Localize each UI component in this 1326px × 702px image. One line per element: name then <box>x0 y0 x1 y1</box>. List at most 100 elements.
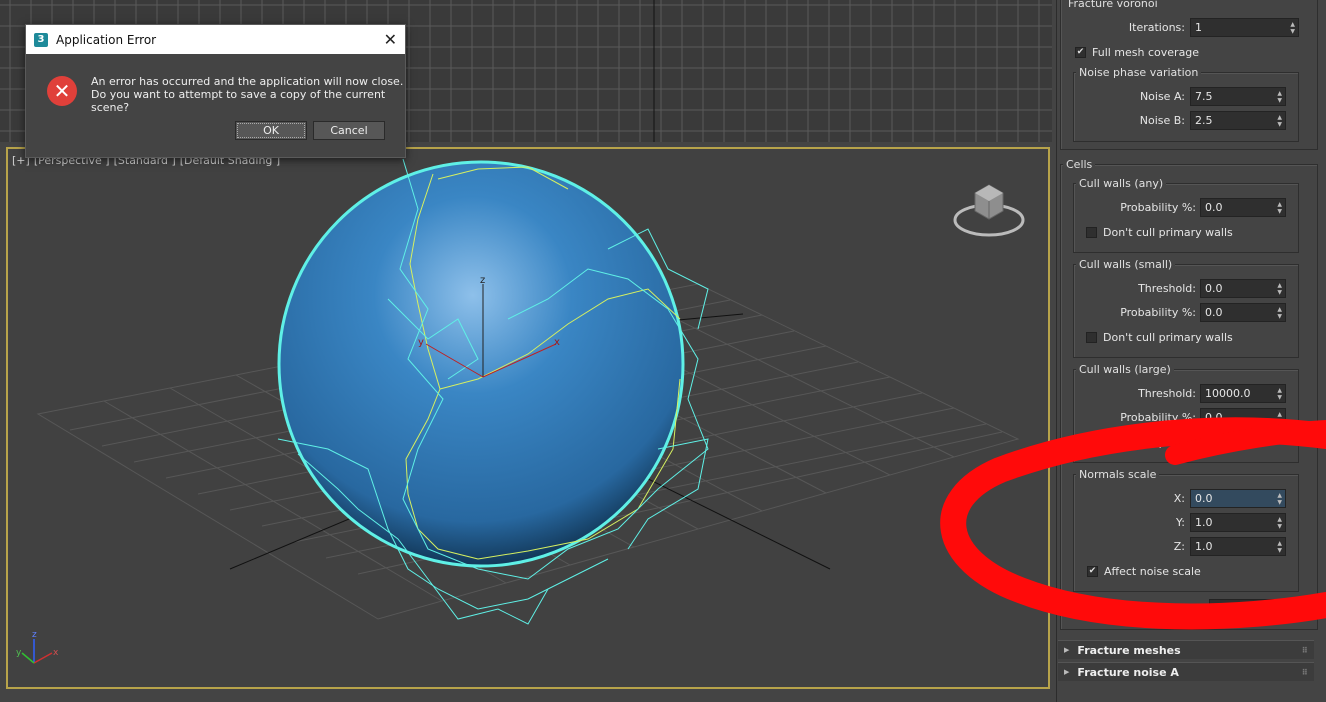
expand-arrow-icon: ▶ <box>1064 646 1070 654</box>
rollout-fracture-noise-a-label: Fracture noise A <box>1077 665 1179 679</box>
seed-value: 12345 <box>1214 602 1249 615</box>
cull-any-prob-label: Probability %: <box>1120 201 1196 214</box>
noise-a-label: Noise A: <box>1139 90 1185 103</box>
spinner-arrows-icon[interactable]: ▲ ▼ <box>1290 21 1295 35</box>
spinner-arrows-icon[interactable]: ▲ ▼ <box>1277 540 1282 554</box>
cull-small-prob-label: Probability %: <box>1120 306 1196 319</box>
cull-small-prob-spinner[interactable]: 0.0 ▲ ▼ <box>1200 303 1286 322</box>
normals-x-label: X: <box>1173 492 1185 505</box>
cull-large-prob-label: Probability %: <box>1120 411 1196 424</box>
perspective-scene: z y x z y x <box>16 158 1025 664</box>
application-error-dialog: 3 Application Error ✕ ✕ An error has occ… <box>25 24 406 158</box>
cull-small-threshold-label: Threshold: <box>1138 282 1196 295</box>
error-icon: ✕ <box>47 76 77 106</box>
dialog-titlebar[interactable]: 3 Application Error ✕ <box>26 25 405 54</box>
local-axis-x: x <box>554 337 560 348</box>
noise-b-label: Noise B: <box>1139 114 1185 127</box>
cull-any-dont-cull-label: Don't cull primary walls <box>1103 226 1233 239</box>
cull-large-threshold-spinner[interactable]: 10000.0 ▲ ▼ <box>1200 384 1286 403</box>
dialog-title: Application Error <box>56 32 157 47</box>
rollout-fracture-noise-a[interactable]: ▶ Fracture noise A ⠿ <box>1058 662 1314 681</box>
spinner-arrows-icon[interactable]: ▲ ▼ <box>1277 90 1282 104</box>
app-3ds-icon: 3 <box>34 32 48 47</box>
cull-any-prob-spinner[interactable]: 0.0 ▲ ▼ <box>1200 198 1286 217</box>
drag-grip-icon[interactable]: ⠿ <box>1302 646 1308 655</box>
cull-large-dont-cull-checkbox[interactable]: Don't cull primary walls <box>1086 436 1233 449</box>
checkbox-empty-icon <box>1086 437 1097 448</box>
cull-small-dont-cull-label: Don't cull primary walls <box>1103 331 1233 344</box>
normals-x-spinner[interactable]: 0.0 ▲ ▼ <box>1190 489 1286 508</box>
cull-large-prob-spinner[interactable]: 0.0 ▲ ▼ <box>1200 408 1286 427</box>
corner-axis-x: x <box>53 648 59 658</box>
normals-x-value: 0.0 <box>1195 492 1213 505</box>
checkmark-icon: ✔ <box>1087 566 1098 577</box>
ok-button[interactable]: OK <box>235 121 307 140</box>
noise-b-value: 2.5 <box>1195 114 1213 127</box>
cull-large-prob-value: 0.0 <box>1205 411 1223 424</box>
dialog-message-line-2: Do you want to attempt to save a copy of… <box>91 88 386 114</box>
drag-grip-icon[interactable]: ⠿ <box>1302 668 1308 677</box>
normals-scale-title: Normals scale <box>1076 468 1160 481</box>
corner-axis-y: y <box>16 648 22 658</box>
iterations-value: 1 <box>1195 21 1202 34</box>
cells-title: Cells <box>1063 158 1096 171</box>
cull-any-title: Cull walls (any) <box>1076 177 1167 190</box>
dialog-message-line-1: An error has occurred and the applicatio… <box>91 75 404 88</box>
cull-large-threshold-label: Threshold: <box>1138 387 1196 400</box>
normals-y-spinner[interactable]: 1.0 ▲ ▼ <box>1190 513 1286 532</box>
spinner-arrows-icon[interactable]: ▲ ▼ <box>1277 201 1282 215</box>
iterations-label: Iterations: <box>1128 21 1185 34</box>
expand-arrow-icon: ▶ <box>1064 668 1070 676</box>
iterations-spinner[interactable]: 1 ▲ ▼ <box>1190 18 1299 37</box>
normals-z-label: Z: <box>1173 540 1185 553</box>
perspective-viewport[interactable]: z y x z y x [+] [Perspective ] [Standard ]… <box>6 147 1050 689</box>
cull-any-dont-cull-checkbox[interactable]: Don't cull primary walls <box>1086 226 1233 239</box>
modifier-panel: Fracture voronoi Iterations: 1 ▲ ▼ ✔ Full … <box>1056 0 1326 702</box>
noise-a-spinner[interactable]: 7.5 ▲ ▼ <box>1190 87 1286 106</box>
spinner-arrows-icon[interactable]: ▲ ▼ <box>1277 282 1282 296</box>
spinner-arrows-icon[interactable]: ▲ ▼ <box>1277 411 1282 425</box>
normals-z-spinner[interactable]: 1.0 ▲ ▼ <box>1190 537 1286 556</box>
rollout-fracture-meshes-label: Fracture meshes <box>1077 643 1181 657</box>
local-axis-y: y <box>418 337 424 348</box>
noise-b-spinner[interactable]: 2.5 ▲ ▼ <box>1190 111 1286 130</box>
corner-axis-z: z <box>32 630 37 640</box>
dialog-message: An error has occurred and the applicatio… <box>91 75 405 114</box>
affect-noise-scale-checkbox[interactable]: ✔ Affect noise scale <box>1087 565 1201 578</box>
cull-any-group <box>1073 183 1299 253</box>
app-root: z y x z y x [+] [Perspective ] [Standard ]… <box>0 0 1326 702</box>
spinner-arrows-icon[interactable]: ▲ ▼ <box>1277 516 1282 530</box>
rollout-fracture-meshes[interactable]: ▶ Fracture meshes ⠿ <box>1058 640 1314 659</box>
normals-z-value: 1.0 <box>1195 540 1213 553</box>
viewcube-icon[interactable] <box>953 184 1025 237</box>
sphere-object[interactable] <box>277 160 685 568</box>
cull-large-threshold-value: 10000.0 <box>1205 387 1251 400</box>
cull-small-dont-cull-checkbox[interactable]: Don't cull primary walls <box>1086 331 1233 344</box>
noise-phase-title: Noise phase variation <box>1076 66 1202 79</box>
cull-large-dont-cull-label: Don't cull primary walls <box>1103 436 1233 449</box>
cull-small-threshold-value: 0.0 <box>1205 282 1223 295</box>
full-mesh-checkbox[interactable]: ✔ Full mesh coverage <box>1075 46 1199 59</box>
cull-large-title: Cull walls (large) <box>1076 363 1174 376</box>
cull-small-threshold-spinner[interactable]: 0.0 ▲ ▼ <box>1200 279 1286 298</box>
local-axis-z: z <box>480 275 485 286</box>
affect-noise-scale-label: Affect noise scale <box>1104 565 1201 578</box>
checkbox-empty-icon <box>1086 332 1097 343</box>
checkmark-icon: ✔ <box>1075 47 1086 58</box>
cull-small-prob-value: 0.0 <box>1205 306 1223 319</box>
cancel-button[interactable]: Cancel <box>313 121 385 140</box>
cull-small-title: Cull walls (small) <box>1076 258 1176 271</box>
spinner-arrows-icon[interactable]: ▲ ▼ <box>1290 602 1295 616</box>
spinner-arrows-icon[interactable]: ▲ ▼ <box>1277 387 1282 401</box>
fracture-voronoi-title: Fracture voronoi <box>1065 0 1161 10</box>
full-mesh-label: Full mesh coverage <box>1092 46 1200 59</box>
close-icon[interactable]: ✕ <box>384 30 397 49</box>
normals-y-label: Y: <box>1176 516 1185 529</box>
spinner-arrows-icon[interactable]: ▲ ▼ <box>1277 492 1282 506</box>
seed-spinner[interactable]: 12345 ▲ ▼ <box>1209 599 1299 618</box>
cull-any-prob-value: 0.0 <box>1205 201 1223 214</box>
spinner-arrows-icon[interactable]: ▲ ▼ <box>1277 306 1282 320</box>
spinner-arrows-icon[interactable]: ▲ ▼ <box>1277 114 1282 128</box>
normals-y-value: 1.0 <box>1195 516 1213 529</box>
noise-a-value: 7.5 <box>1195 90 1213 103</box>
